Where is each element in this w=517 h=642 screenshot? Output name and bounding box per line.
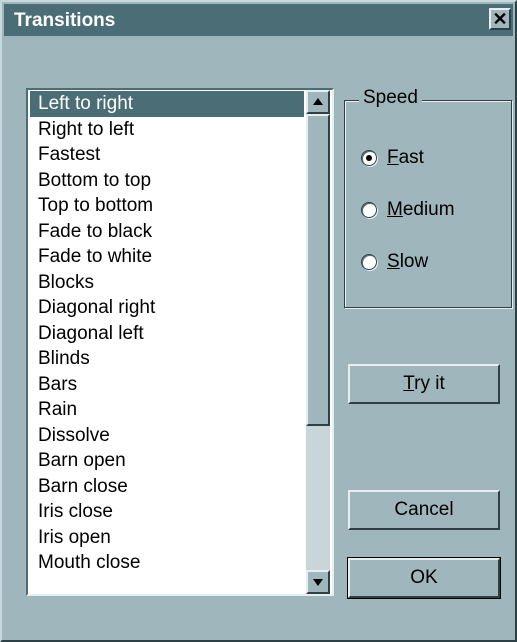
try-it-mnemonic: T bbox=[403, 373, 415, 394]
list-item[interactable]: Barn open bbox=[30, 448, 304, 474]
list-item[interactable]: Top to bottom bbox=[30, 193, 304, 219]
list-item[interactable]: Diagonal left bbox=[30, 321, 304, 347]
list-item[interactable]: Fastest bbox=[30, 142, 304, 168]
try-it-label: ry it bbox=[414, 373, 445, 394]
list-item[interactable]: Bottom to top bbox=[30, 168, 304, 194]
speed-fast-label: Fast bbox=[387, 147, 424, 168]
list-item[interactable]: Rain bbox=[30, 397, 304, 423]
arrow-down-icon bbox=[313, 579, 323, 586]
list-item[interactable]: Dissolve bbox=[30, 423, 304, 449]
ok-button[interactable]: OK bbox=[347, 557, 501, 599]
speed-group-label: Speed bbox=[359, 87, 422, 109]
list-scrollbar[interactable] bbox=[306, 90, 330, 594]
list-item[interactable]: Fade to black bbox=[30, 219, 304, 245]
radio-button-icon[interactable] bbox=[361, 202, 377, 218]
scroll-thumb[interactable] bbox=[306, 114, 330, 426]
list-item[interactable]: Fade to white bbox=[30, 244, 304, 270]
window-title: Transitions bbox=[14, 10, 116, 31]
list-item[interactable]: Right to left bbox=[30, 117, 304, 143]
scroll-down-button[interactable] bbox=[306, 570, 330, 594]
speed-slow-label: Slow bbox=[387, 251, 429, 272]
list-item[interactable]: Blocks bbox=[30, 270, 304, 296]
list-item[interactable]: Diagonal right bbox=[30, 295, 304, 321]
radio-dot bbox=[366, 155, 372, 161]
list-item[interactable]: Left to right bbox=[30, 91, 304, 117]
speed-fast-radio[interactable]: Fast bbox=[361, 147, 424, 169]
arrow-up-icon bbox=[313, 98, 323, 105]
list-item[interactable]: Bars bbox=[30, 372, 304, 398]
transitions-dialog: Transitions ✕ Left to right Right to left… bbox=[0, 0, 517, 642]
radio-button-icon[interactable] bbox=[361, 150, 377, 166]
radio-button-icon[interactable] bbox=[361, 254, 377, 270]
list-item[interactable]: Barn close bbox=[30, 474, 304, 500]
transitions-listbox[interactable]: Left to right Right to left Fastest Bottom … bbox=[26, 88, 334, 596]
list-item[interactable]: Iris close bbox=[30, 499, 304, 525]
title-bar[interactable]: Transitions ✕ bbox=[4, 4, 513, 36]
close-button[interactable]: ✕ bbox=[489, 8, 511, 30]
list-item[interactable]: Mouth close bbox=[30, 550, 304, 576]
close-icon: ✕ bbox=[492, 9, 508, 29]
list-item[interactable]: Blinds bbox=[30, 346, 304, 372]
scroll-up-button[interactable] bbox=[306, 90, 330, 114]
transition-items: Left to right Right to left Fastest Bottom … bbox=[30, 91, 304, 576]
speed-group: Speed Fast Medium Slow bbox=[344, 87, 512, 308]
try-it-button[interactable]: Try it bbox=[348, 364, 500, 404]
speed-slow-radio[interactable]: Slow bbox=[361, 251, 428, 273]
cancel-button[interactable]: Cancel bbox=[348, 490, 500, 530]
list-item[interactable]: Iris open bbox=[30, 525, 304, 551]
speed-medium-label: Medium bbox=[387, 199, 455, 220]
speed-medium-radio[interactable]: Medium bbox=[361, 199, 455, 221]
